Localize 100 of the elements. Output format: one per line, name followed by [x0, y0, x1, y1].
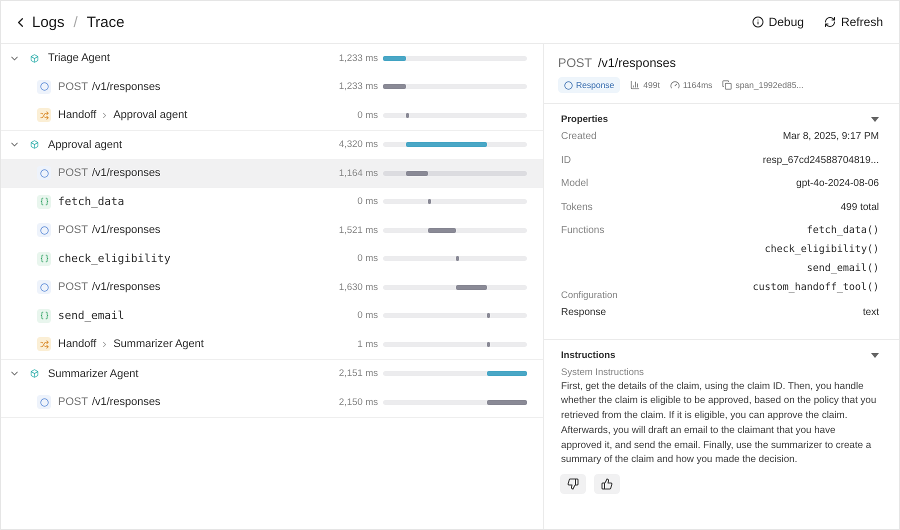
span-name: POST /v1/responses	[58, 281, 160, 294]
debug-button[interactable]: Debug	[752, 15, 804, 29]
duration: 1 ms	[356, 338, 378, 350]
timeline-bar	[406, 170, 428, 176]
timeline-bar	[406, 112, 410, 118]
instructions-label: System Instructions	[561, 366, 645, 378]
duration: 1,630 ms	[338, 282, 378, 293]
duration: 1,233 ms	[338, 81, 378, 92]
caret-icon[interactable]	[871, 352, 879, 358]
property-label: Response	[561, 307, 606, 318]
trace-row[interactable]: Handoff Approval agent 0 ms	[1, 101, 543, 130]
gauge-icon	[670, 80, 680, 90]
trace-row[interactable]: Approval agent 4,320 ms	[1, 130, 543, 159]
timeline-bar	[486, 400, 527, 405]
span-name: Approval agent	[48, 138, 122, 151]
copy-icon	[722, 80, 732, 90]
shuffle-icon	[37, 337, 51, 352]
property-value: custom_handoff_tool()	[752, 282, 879, 293]
trace-row[interactable]: Summarizer Agent 2,151 ms	[1, 360, 543, 388]
meta-text: span_1992ed85...	[735, 80, 804, 90]
instructions-text: First, get the details of the claim, using the claim ID. Then, you handle whether the claim is eligible to be approved, based on the policy that you retrieved from the claim. If it is eligible, you can approve the claim. Afterwards, you will draft an email to the claimant that you have approved it, and send the email. Finally, use the summarizer to create a summary of the claim and how you made the decision.	[561, 380, 878, 468]
handoff-target: Summarizer Agent	[113, 338, 204, 350]
type-badge: Response	[558, 77, 620, 93]
thumbs-up-icon	[601, 478, 613, 490]
trace-row[interactable]: Handoff Summarizer Agent 1 ms	[1, 330, 543, 358]
span-name: check_eligibility	[58, 252, 171, 266]
timeline-bar	[383, 84, 406, 90]
property-label: Created	[561, 131, 597, 142]
section-title: Properties	[561, 114, 608, 125]
info-icon	[752, 16, 764, 28]
duration: 2,151 ms	[338, 368, 378, 380]
span-name: POST /v1/responses	[58, 396, 160, 408]
breadcrumb-separator: /	[74, 14, 78, 30]
page-title: Trace	[86, 14, 124, 30]
property-value: send_email()	[806, 263, 879, 274]
trace-row[interactable]: POST /v1/responses 1,630 ms	[1, 273, 543, 302]
property-label: Model	[561, 178, 588, 189]
property-value: 499 total	[840, 202, 879, 212]
trace-row[interactable]: POST /v1/responses 1,233 ms	[1, 72, 543, 101]
trace-row[interactable]: POST /v1/responses 2,150 ms	[1, 388, 543, 416]
circle-icon	[37, 80, 51, 94]
trace-row[interactable]: POST /v1/responses 1,521 ms	[1, 216, 543, 244]
duration: 4,320 ms	[338, 139, 378, 150]
span-name: Triage Agent	[48, 52, 110, 64]
circle-icon	[37, 223, 51, 238]
span-name: Handoff	[58, 109, 96, 122]
circle-icon	[37, 280, 51, 294]
span-name: send_email	[58, 309, 124, 322]
property-value: fetch_data()	[806, 225, 879, 236]
thumbs-up-button[interactable]	[594, 474, 620, 494]
circle-icon	[37, 395, 51, 410]
timeline-bar	[486, 342, 490, 347]
meta-text: 499t	[643, 80, 660, 90]
duration: 0 ms	[356, 253, 378, 264]
thumbs-down-button[interactable]	[560, 474, 586, 494]
duration: 1,233 ms	[338, 52, 378, 64]
property-label: ID	[561, 154, 571, 166]
trace-row[interactable]: check_eligibility 0 ms	[1, 244, 543, 273]
braces-icon	[37, 308, 51, 323]
span-name: Summarizer Agent	[48, 368, 138, 380]
trace-row[interactable]: Triage Agent 1,233 ms	[1, 44, 543, 72]
duration: 0 ms	[356, 196, 378, 208]
timeline-bar	[486, 313, 490, 318]
braces-icon	[37, 194, 51, 209]
refresh-icon	[824, 16, 836, 28]
property-value: text	[862, 307, 879, 318]
timeline-bar	[428, 228, 456, 233]
refresh-button[interactable]: Refresh	[824, 15, 883, 29]
property-value: gpt-4o-2024-08-06	[796, 178, 879, 189]
circle-icon	[37, 166, 51, 180]
caret-icon[interactable]	[871, 117, 879, 122]
timeline-bar	[456, 284, 487, 290]
span-name: POST /v1/responses	[58, 167, 160, 180]
subheading: Configuration	[561, 290, 619, 301]
duration: 2,150 ms	[338, 396, 378, 408]
trace-row[interactable]: POST /v1/responses 1,164 ms	[1, 159, 543, 188]
timeline-bar	[456, 256, 460, 262]
span-name: POST /v1/responses	[58, 80, 160, 93]
property-label: Functions	[561, 225, 604, 236]
back-link[interactable]: Logs	[13, 14, 65, 30]
trace-row[interactable]: fetch_data 0 ms	[1, 188, 543, 216]
meta-text: 1164ms	[682, 80, 712, 90]
section-title: Instructions	[561, 350, 616, 360]
bar-chart-icon	[630, 80, 640, 90]
property-value: resp_67cd24588704819...	[762, 154, 879, 166]
timeline-bar	[428, 199, 431, 204]
trace-row[interactable]: send_email 0 ms	[1, 302, 543, 330]
shuffle-icon	[37, 108, 51, 122]
thumbs-down-icon	[567, 478, 579, 490]
span-name: fetch_data	[58, 195, 124, 208]
duration: 0 ms	[356, 110, 378, 121]
span-title: POST /v1/responses	[558, 56, 677, 70]
duration: 0 ms	[356, 310, 378, 322]
timeline-bar	[383, 56, 406, 61]
timeline-bar	[486, 371, 527, 376]
braces-icon	[37, 252, 51, 266]
duration: 1,521 ms	[338, 224, 378, 236]
handoff-target: Approval agent	[113, 109, 188, 122]
duration: 1,164 ms	[338, 168, 378, 179]
property-value: check_eligibility()	[764, 244, 879, 255]
